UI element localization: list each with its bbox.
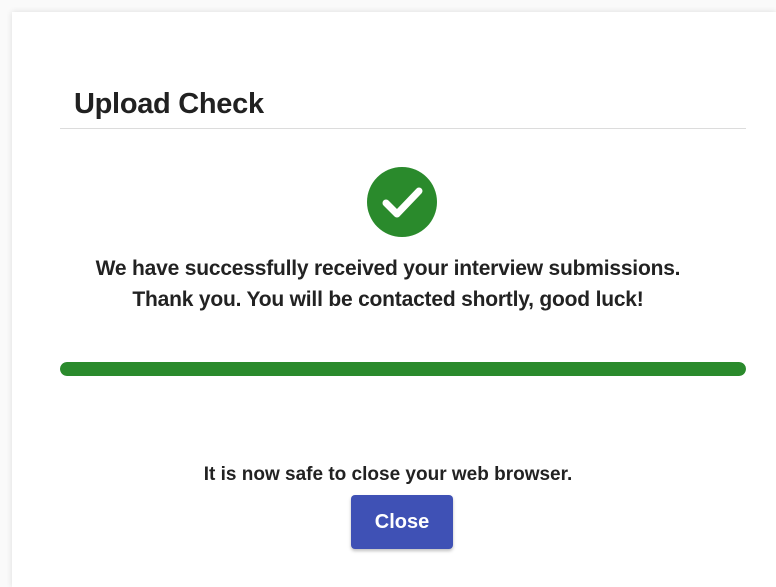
upload-progress-bar: [60, 362, 746, 376]
page-background: Upload Check We have successfully receiv…: [0, 0, 776, 587]
check-circle-icon: [367, 167, 437, 237]
title-divider: [60, 128, 746, 129]
success-message-line-2: Thank you. You will be contacted shortly…: [132, 288, 644, 311]
success-message-line-1: We have successfully received your inter…: [95, 257, 681, 280]
upload-check-dialog: Upload Check We have successfully receiv…: [12, 12, 776, 587]
upload-progress-fill: [60, 362, 746, 376]
safe-to-close-text: It is now safe to close your web browser…: [203, 464, 573, 485]
dialog-title: Upload Check: [74, 88, 264, 120]
close-button[interactable]: Close: [351, 495, 453, 549]
